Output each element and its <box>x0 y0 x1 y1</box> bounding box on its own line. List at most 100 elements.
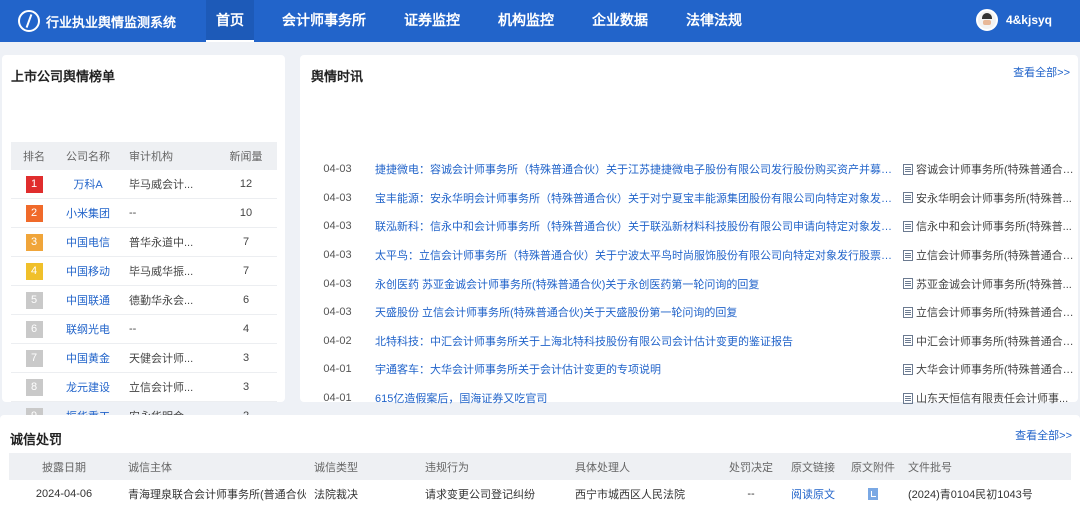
list-item: 04-03 联泓新科：信永中和会计师事务所（特殊普通合伙）关于联泓新材料科技股份有… <box>300 212 1078 241</box>
header-company: 公司名称 <box>66 151 110 163</box>
news-source-text: 中汇会计师事务所(特殊普通合伙) <box>916 335 1075 348</box>
penalty-date: 2024-04-06 <box>35 487 93 500</box>
news-title-link[interactable]: 永创医药 苏亚金诚会计师事务所(特殊普通合伙)关于永创医药第一轮问询的回复 <box>375 276 901 292</box>
rank-badge: 4 <box>25 262 43 280</box>
table-row: 3 中国电信 普华永道中... 7 <box>11 228 277 257</box>
penalty-panel: 诚信处罚 查看全部>> 披露日期 诚信主体 诚信类型 违规行为 具体处理人 处罚… <box>0 415 1080 507</box>
nav-item-1[interactable]: 会计师事务所 <box>272 0 376 42</box>
header-act: 违规行为 <box>425 461 469 474</box>
news-title-link[interactable]: 宇通客车：大华会计师事务所关于会计估计变更的专项说明 <box>375 361 901 377</box>
nav-item-2[interactable]: 证券监控 <box>394 0 470 42</box>
auditor-cell: 天健会计师... <box>129 353 194 365</box>
news-source: 立信会计师事务所(特殊普通合伙) <box>903 247 1075 263</box>
rank-badge: 5 <box>25 291 43 309</box>
news-source: 中汇会计师事务所(特殊普通合伙) <box>903 333 1075 349</box>
auditor-cell: -- <box>129 207 137 219</box>
user-name: 4&kjsyq <box>1005 13 1052 27</box>
list-item: 04-03 天盛股份 立信会计师事务所(特殊普通合伙)关于天盛股份第一轮问询的回复… <box>300 298 1078 327</box>
company-link[interactable]: 中国移动 <box>57 263 119 279</box>
news-title-link[interactable]: 天盛股份 立信会计师事务所(特殊普通合伙)关于天盛股份第一轮问询的回复 <box>375 304 901 320</box>
header-file-no: 文件批号 <box>908 461 952 474</box>
news-source-text: 山东天恒信有限责任会计师事... <box>916 393 1069 406</box>
document-icon <box>903 363 913 375</box>
nav-item-3[interactable]: 机构监控 <box>488 0 564 42</box>
news-source: 山东天恒信有限责任会计师事... <box>903 390 1075 406</box>
news-title-link[interactable]: 捷捷微电：容诚会计师事务所（特殊普通合伙）关于江苏捷捷微电子股份有限公司发行股份… <box>375 161 901 177</box>
file-download-icon[interactable] <box>868 487 878 500</box>
news-source: 大华会计师事务所(特殊普通合伙) <box>903 361 1075 377</box>
header-attachment: 原文附件 <box>851 461 895 474</box>
news-list: 04-03 捷捷微电：容诚会计师事务所（特殊普通合伙）关于江苏捷捷微电子股份有限公… <box>300 155 1078 441</box>
document-icon <box>903 163 913 175</box>
news-source: 信永中和会计师事务所(特殊普... <box>903 218 1075 234</box>
header-auditor: 审计机构 <box>129 151 173 163</box>
auditor-cell: 立信会计师... <box>129 382 194 394</box>
news-count-cell: 7 <box>242 265 250 277</box>
news-source: 安永华明会计师事务所(特殊普... <box>903 190 1075 206</box>
penalty-table-header: 披露日期 诚信主体 诚信类型 违规行为 具体处理人 处罚决定 原文链接 原文附件… <box>9 453 1071 480</box>
auditor-cell: 毕马威华振... <box>129 266 194 278</box>
table-row: 8 龙元建设 立信会计师... 3 <box>11 373 277 402</box>
rank-cell: 4 <box>11 262 57 280</box>
nav-item-0[interactable]: 首页 <box>206 0 254 42</box>
brand[interactable]: 行业执业舆情监测系统 <box>18 10 188 32</box>
rank-cell: 1 <box>11 175 57 193</box>
auditor-cell: -- <box>129 323 137 335</box>
news-date: 04-02 <box>323 334 352 347</box>
news-count-cell: 3 <box>242 352 250 364</box>
list-item: 04-02 北特科技：中汇会计师事务所关于上海北特科技股份有限公司会计估计变更的鉴… <box>300 327 1078 356</box>
news-title-link[interactable]: 615亿造假案后，国海证券又吃官司 <box>375 390 901 406</box>
rank-badge: 7 <box>25 349 43 367</box>
news-source: 容诚会计师事务所(特殊普通合伙) <box>903 161 1075 177</box>
header-count: 新闻量 <box>229 151 263 163</box>
list-item: 04-03 永创医药 苏亚金诚会计师事务所(特殊普通合伙)关于永创医药第一轮问询的… <box>300 269 1078 298</box>
news-source-text: 立信会计师事务所(特殊普通合伙) <box>916 250 1075 263</box>
company-link[interactable]: 万科A <box>57 176 119 192</box>
rank-cell: 5 <box>11 291 57 309</box>
company-link[interactable]: 龙元建设 <box>57 379 119 395</box>
penalty-view-all-link[interactable]: 查看全部>> <box>1015 427 1072 443</box>
list-item: 04-03 太平鸟：立信会计师事务所（特殊普通合伙）关于宁波太平鸟时尚服饰股份有限… <box>300 241 1078 270</box>
header-date: 披露日期 <box>42 461 86 474</box>
read-original-link[interactable]: 阅读原文 <box>780 486 846 502</box>
list-item: 04-03 宝丰能源：安永华明会计师事务所（特殊普通合伙）关于对宁夏宝丰能源集团股… <box>300 184 1078 213</box>
document-icon <box>903 278 913 290</box>
table-row: 5 中国联通 德勤华永会... 6 <box>11 286 277 315</box>
news-count-cell: 7 <box>242 236 250 248</box>
top-nav-bar: 行业执业舆情监测系统 首页 会计师事务所 证券监控 机构监控 企业数据 法律法规 4&kj… <box>0 0 1080 42</box>
ranking-panel: 上市公司舆情榜单 排名 公司名称 审计机构 新闻量 1 万科A 毕马威会计... 12… <box>2 55 285 460</box>
news-title-link[interactable]: 宝丰能源：安永华明会计师事务所（特殊普通合伙）关于对宁夏宝丰能源集团股份有限公司… <box>375 190 901 206</box>
company-link[interactable]: 小米集团 <box>57 205 119 221</box>
penalty-decision: -- <box>747 487 755 500</box>
news-title-link[interactable]: 北特科技：中汇会计师事务所关于上海北特科技股份有限公司会计估计变更的鉴证报告 <box>375 333 901 349</box>
news-title-link[interactable]: 太平鸟：立信会计师事务所（特殊普通合伙）关于宁波太平鸟时尚服饰股份有限公司向特定… <box>375 247 901 263</box>
main-menu: 首页 会计师事务所 证券监控 机构监控 企业数据 法律法规 <box>206 0 770 42</box>
user-menu[interactable]: 4&kjsyq <box>975 9 1052 31</box>
news-source-text: 信永中和会计师事务所(特殊普... <box>916 221 1072 234</box>
nav-item-4[interactable]: 企业数据 <box>582 0 658 42</box>
company-link[interactable]: 中国电信 <box>57 234 119 250</box>
penalty-type: 法院裁决 <box>314 488 358 501</box>
penalty-attachment[interactable] <box>846 487 900 500</box>
news-date: 04-01 <box>323 392 352 405</box>
news-date: 04-03 <box>323 191 352 204</box>
avatar[interactable] <box>975 9 998 31</box>
rank-badge: 6 <box>25 320 43 338</box>
header-subject: 诚信主体 <box>128 461 172 474</box>
news-count-cell: 4 <box>242 323 250 335</box>
penalty-title: 诚信处罚 <box>10 432 63 447</box>
table-row: 1 万科A 毕马威会计... 12 <box>11 170 277 199</box>
company-link[interactable]: 中国黄金 <box>57 350 119 366</box>
table-row: 4 中国移动 毕马威华振... 7 <box>11 257 277 286</box>
news-title-link[interactable]: 联泓新科：信永中和会计师事务所（特殊普通合伙）关于联泓新材料科技股份有限公司申请… <box>375 218 901 234</box>
news-view-all-link[interactable]: 查看全部>> <box>1013 64 1070 80</box>
company-link[interactable]: 中国联通 <box>57 292 119 308</box>
news-source-text: 立信会计师事务所(特殊普通合伙) <box>916 307 1075 320</box>
header-link: 原文链接 <box>791 461 835 474</box>
rank-cell: 8 <box>11 378 57 396</box>
company-link[interactable]: 联纲光电 <box>57 321 119 337</box>
nav-item-5[interactable]: 法律法规 <box>676 0 752 42</box>
rank-cell: 6 <box>11 320 57 338</box>
list-item: 04-01 615亿造假案后，国海证券又吃官司 山东天恒信有限责任会计师事... <box>300 384 1078 413</box>
auditor-cell: 德勤华永会... <box>129 295 194 307</box>
